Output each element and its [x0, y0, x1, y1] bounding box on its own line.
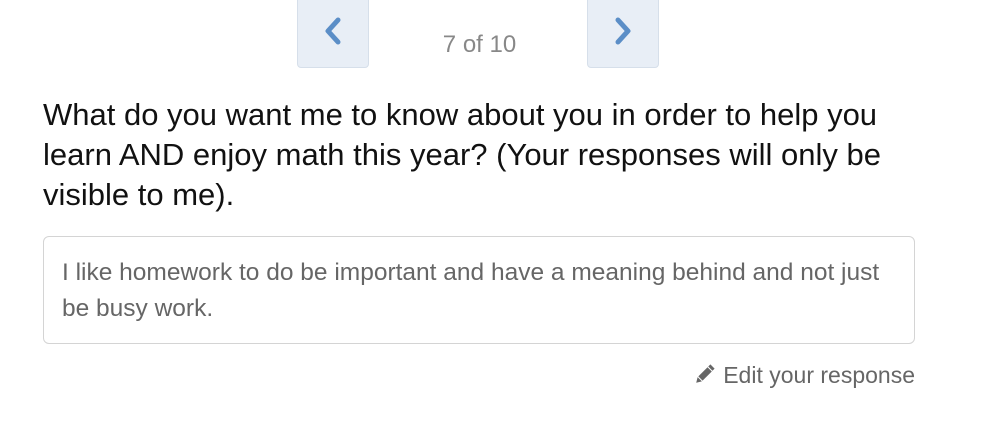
pencil-icon	[696, 364, 715, 383]
question-text: What do you want me to know about you in…	[43, 97, 881, 212]
edit-response-label: Edit your response	[723, 362, 915, 388]
edit-response-link[interactable]: Edit your response	[693, 360, 915, 390]
previous-button[interactable]	[297, 0, 369, 68]
response-box: I like homework to do be important and h…	[43, 236, 915, 344]
page-counter: 7 of 10	[442, 31, 517, 58]
response-text: I like homework to do be important and h…	[62, 259, 880, 322]
next-button[interactable]	[587, 0, 659, 68]
question-page: 7 of 10 What do you want me to know abou…	[0, 0, 982, 428]
chevron-right-icon	[615, 17, 631, 45]
chevron-left-icon	[325, 17, 341, 45]
